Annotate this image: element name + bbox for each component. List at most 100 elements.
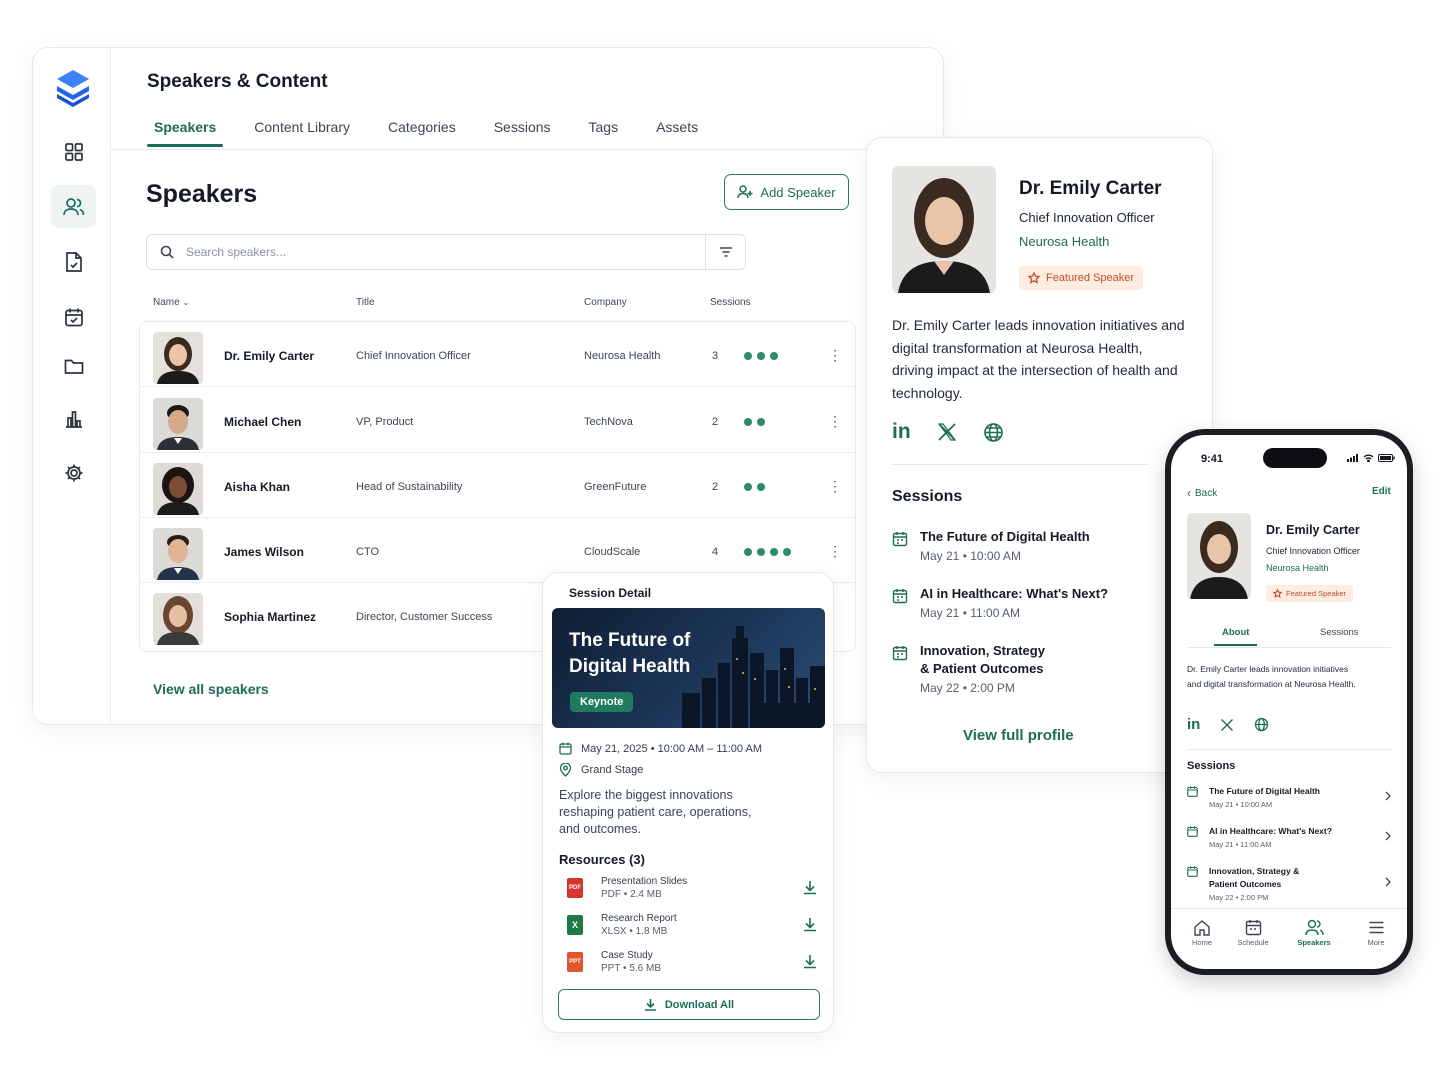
session-title: Innovation, Strategy & Patient Outcomes xyxy=(920,643,1045,676)
featured-speaker-badge: Featured Speaker xyxy=(1019,266,1144,290)
tab-speakers[interactable]: Speakers xyxy=(147,116,224,147)
dashboard-icon[interactable] xyxy=(51,130,96,173)
session-dot xyxy=(744,352,752,360)
avatar xyxy=(153,332,203,384)
speaker-name[interactable]: James Wilson xyxy=(224,545,304,559)
speaker-company: GreenFuture xyxy=(584,481,647,493)
session-title: Innovation, Strategy & Patient Outcomes xyxy=(1209,866,1300,889)
calendar-icon xyxy=(892,589,908,604)
avatar xyxy=(153,593,203,645)
add-user-icon xyxy=(737,185,753,199)
back-button[interactable]: ‹ Back xyxy=(1187,486,1217,500)
resource-item[interactable]: PDF Presentation Slides PDF • 2.4 MB xyxy=(567,876,817,904)
avatar xyxy=(153,398,203,450)
session-list-item[interactable]: AI in Healthcare: What's Next? May 21 • … xyxy=(1187,825,1391,861)
row-menu-icon[interactable]: ⋮ xyxy=(828,348,842,362)
nav-home[interactable]: Home xyxy=(1177,919,1227,947)
speaker-company: TechNova xyxy=(584,416,633,428)
speaker-name[interactable]: Aisha Khan xyxy=(224,480,290,494)
tab-content-library[interactable]: Content Library xyxy=(247,116,357,145)
calendar-icon xyxy=(1245,920,1261,936)
session-dot xyxy=(744,418,752,426)
speaker-title: Director, Customer Success xyxy=(356,611,493,623)
download-all-button[interactable]: Download All xyxy=(558,989,820,1020)
calendar-icon[interactable] xyxy=(51,295,96,338)
app-logo-icon[interactable] xyxy=(55,68,91,113)
table-row[interactable]: Aisha Khan Head of Sustainability GreenF… xyxy=(140,453,855,518)
calendar-icon xyxy=(892,646,908,661)
session-list-item[interactable]: The Future of Digital Health May 21 • 10:… xyxy=(892,528,1090,563)
profile-bio: Dr. Emily Carter leads innovation initia… xyxy=(1187,664,1356,689)
battery-icon xyxy=(1378,454,1395,462)
speaker-name[interactable]: Sophia Martinez xyxy=(224,610,316,624)
tab-sessions[interactable]: Sessions xyxy=(1320,627,1359,638)
profile-company: Neurosa Health xyxy=(1266,563,1329,573)
analytics-icon[interactable] xyxy=(51,397,96,440)
speaker-company: Neurosa Health xyxy=(584,350,661,362)
session-date: May 21 • 10:00 AM xyxy=(1209,800,1273,809)
folder-icon[interactable] xyxy=(51,344,96,387)
row-menu-icon[interactable]: ⋮ xyxy=(828,479,842,493)
session-list-item[interactable]: AI in Healthcare: What's Next? May 21 • 1… xyxy=(892,585,1108,620)
calendar-icon xyxy=(1187,786,1198,797)
session-list-item[interactable]: Innovation, Strategy & Patient Outcomes M… xyxy=(892,642,1050,695)
column-header-name[interactable]: Name ⌄ xyxy=(153,297,189,308)
resource-item[interactable]: PPT Case Study PPT • 5.6 MB xyxy=(567,950,817,978)
nav-more[interactable]: More xyxy=(1351,919,1401,947)
download-icon[interactable] xyxy=(803,954,817,969)
session-dot xyxy=(770,352,778,360)
speaker-name[interactable]: Michael Chen xyxy=(224,415,301,429)
chevron-left-icon: ‹ xyxy=(1187,486,1191,500)
badge-label: Featured Speaker xyxy=(1046,272,1135,284)
chevron-right-icon xyxy=(1385,791,1391,801)
session-hero-image: The Future of Digital Health Keynote xyxy=(552,608,825,728)
table-row[interactable]: Dr. Emily Carter Chief Innovation Office… xyxy=(140,322,855,387)
tab-sessions[interactable]: Sessions xyxy=(487,116,558,145)
calendar-icon xyxy=(1187,826,1198,837)
row-menu-icon[interactable]: ⋮ xyxy=(828,414,842,428)
profile-role: Chief Innovation Officer xyxy=(1019,210,1155,225)
search-input[interactable]: Search speakers... xyxy=(186,245,286,259)
sessions-heading: Sessions xyxy=(892,488,963,505)
speaker-search-box: Search speakers... xyxy=(146,234,746,270)
globe-icon[interactable] xyxy=(983,422,1004,443)
row-menu-icon[interactable]: ⋮ xyxy=(828,544,842,558)
linkedin-icon[interactable]: in xyxy=(892,420,911,444)
add-speaker-button[interactable]: Add Speaker xyxy=(724,174,849,210)
session-dots xyxy=(744,548,791,556)
speaker-name[interactable]: Dr. Emily Carter xyxy=(224,349,314,363)
session-dots xyxy=(744,483,765,491)
x-icon[interactable] xyxy=(1220,718,1234,732)
session-list-item[interactable]: The Future of Digital Health May 21 • 10… xyxy=(1187,785,1391,821)
nav-speakers[interactable]: Speakers xyxy=(1289,919,1339,947)
tab-assets[interactable]: Assets xyxy=(649,116,705,145)
settings-gear-icon[interactable] xyxy=(51,451,96,494)
x-icon[interactable] xyxy=(937,422,957,442)
session-count: 2 xyxy=(712,416,719,428)
linkedin-icon[interactable]: in xyxy=(1187,716,1200,733)
session-count: 2 xyxy=(712,481,719,493)
filter-icon[interactable] xyxy=(705,235,745,269)
wifi-icon xyxy=(1363,454,1374,462)
signal-icon xyxy=(1347,454,1358,462)
session-title: AI in Healthcare: What's Next? xyxy=(1209,826,1332,836)
edit-button[interactable]: Edit xyxy=(1372,486,1391,497)
status-icons xyxy=(1347,454,1395,462)
speakers-nav-icon[interactable] xyxy=(51,185,96,228)
download-icon[interactable] xyxy=(803,917,817,932)
tab-tags[interactable]: Tags xyxy=(582,116,626,145)
session-location: Grand Stage xyxy=(559,763,643,777)
content-file-icon[interactable] xyxy=(51,240,96,283)
nav-schedule[interactable]: Schedule xyxy=(1228,919,1278,947)
tab-about[interactable]: About xyxy=(1213,627,1259,646)
session-list-item[interactable]: Innovation, Strategy & Patient Outcomes … xyxy=(1187,865,1391,905)
resource-item[interactable]: X Research Report XLSX • 1.8 MB xyxy=(567,913,817,941)
view-all-speakers-link[interactable]: View all speakers xyxy=(153,681,269,697)
globe-icon[interactable] xyxy=(1254,717,1269,732)
tab-categories[interactable]: Categories xyxy=(381,116,463,145)
view-full-profile-link[interactable]: View full profile xyxy=(963,727,1074,744)
download-icon[interactable] xyxy=(803,880,817,895)
profile-company[interactable]: Neurosa Health xyxy=(1019,234,1109,249)
mobile-device: 9:41 ‹ Back Edit Dr. Emily Carter Chief I… xyxy=(1165,429,1413,975)
table-row[interactable]: Michael Chen VP, Product TechNova 2 ⋮ xyxy=(140,388,855,453)
